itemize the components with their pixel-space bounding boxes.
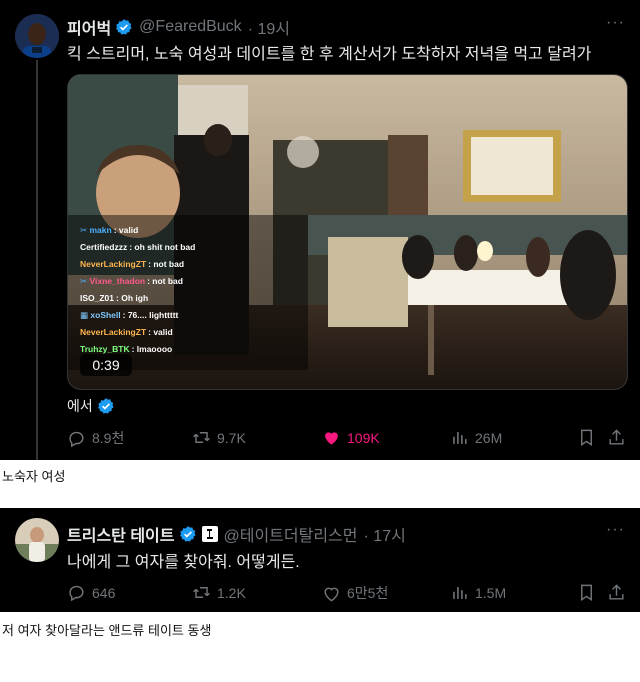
reply-button[interactable]: 8.9천 <box>67 428 124 448</box>
bookmark-icon <box>581 584 592 601</box>
timestamp[interactable]: · 19시 <box>248 15 290 39</box>
emote-icon: ✂ <box>80 276 88 286</box>
views-button[interactable]: 1.5M <box>450 583 506 602</box>
share-icon <box>609 584 624 600</box>
chat-user: ISO_Z01 <box>80 293 115 303</box>
retweet-count: 9.7K <box>217 429 246 446</box>
chat-text: : valid <box>148 327 173 337</box>
share-button[interactable] <box>607 583 632 602</box>
chat-user: makn <box>89 225 112 235</box>
from-source[interactable]: 에서 <box>67 396 115 416</box>
chat-message: ▦ xoShell: 76.... lighttttt <box>78 307 314 324</box>
from-label: 에서 <box>67 398 93 414</box>
retweet-count: 1.2K <box>217 584 246 601</box>
reply-button[interactable]: 646 <box>67 583 115 602</box>
caption-1: 노숙자 여성 <box>2 469 66 484</box>
thread-line <box>36 60 38 460</box>
chat-text: : not bad <box>148 259 185 269</box>
heart-icon <box>324 587 339 601</box>
chat-user: Truhzy_BTK <box>80 344 130 354</box>
chat-text: : lmaoooo <box>131 344 173 354</box>
like-button[interactable]: 6만5천 <box>322 583 388 603</box>
chat-message: ✂ Vixne_thadon: not bad <box>78 273 314 290</box>
chat-text: : valid <box>113 225 139 235</box>
chat-text: : not bad <box>147 276 183 286</box>
reply-count: 646 <box>92 584 116 601</box>
chat-message: NeverLackingZT: valid <box>78 324 314 341</box>
display-name[interactable]: 트리스탄 테이트 <box>67 522 175 546</box>
chat-user: xoShell <box>90 310 121 320</box>
bookmark-button[interactable] <box>577 428 602 447</box>
tweet-text: 나에게 그 여자를 찾아줘. 어떻게든. <box>67 554 300 571</box>
reply-icon <box>69 585 84 602</box>
tweet-card-1: 피어벅 @FearedBuck · 19시 ··· 킥 스트리머, 노숙 여성과… <box>0 0 640 460</box>
retweet-button[interactable]: 9.7K <box>192 428 246 447</box>
views-icon <box>453 586 467 599</box>
retweet-button[interactable]: 1.2K <box>192 583 246 602</box>
more-options-icon[interactable]: ··· <box>606 521 625 539</box>
avatar[interactable] <box>15 518 59 562</box>
views-button[interactable]: 26M <box>450 428 502 447</box>
chat-message: Certifiedzzz: oh shit not bad <box>78 239 314 256</box>
bookmark-button[interactable] <box>577 583 602 602</box>
avatar[interactable] <box>15 14 59 58</box>
chat-message: NeverLackingZT: not bad <box>78 256 314 273</box>
chat-message: ✂ makn: valid <box>78 222 314 239</box>
chat-user: NeverLackingZT <box>80 259 147 269</box>
more-options-icon[interactable]: ··· <box>606 14 625 32</box>
like-count: 6만5천 <box>347 585 389 601</box>
reply-icon <box>69 431 84 447</box>
stream-chat-overlay: ✂ makn: valid Certifiedzzz: oh shit not … <box>78 222 314 358</box>
views-count: 1.5M <box>475 584 507 601</box>
video-timer: 0:39 <box>80 354 132 376</box>
chat-text: : oh shit not bad <box>129 242 196 252</box>
chat-text: : 76.... lighttttt <box>122 310 179 320</box>
verified-badge-icon <box>97 397 115 415</box>
tweet-header: 피어벅 @FearedBuck · 19시 <box>67 15 290 39</box>
caption-2: 저 여자 찾아달라는 앤드류 테이트 동생 <box>2 623 212 638</box>
heart-filled-icon <box>325 432 338 445</box>
views-count: 26M <box>475 429 503 446</box>
verified-badge-icon <box>115 18 133 36</box>
views-icon <box>453 431 467 444</box>
retweet-icon <box>193 432 210 443</box>
like-count: 109K <box>347 429 380 446</box>
chat-user: NeverLackingZT <box>80 327 147 337</box>
chat-text: : Oh igh <box>116 293 149 303</box>
bookmark-icon <box>581 429 592 446</box>
retweet-icon <box>193 587 210 598</box>
verified-badge-icon <box>179 525 197 543</box>
like-button[interactable]: 109K <box>322 428 380 447</box>
reply-count: 8.9천 <box>92 430 125 446</box>
share-button[interactable] <box>607 428 632 447</box>
chat-user: Vixne_thadon <box>89 276 146 286</box>
tweet-header: 트리스탄 테이트 @테이트더탈리스먼 · 17시 <box>67 522 406 546</box>
tweet-card-2: 트리스탄 테이트 @테이트더탈리스먼 · 17시 ··· 나에게 그 여자를 찾… <box>0 508 640 612</box>
emote-icon: ▦ <box>80 310 89 320</box>
chat-message: ISO_Z01: Oh igh <box>78 290 314 307</box>
tweet-text: 킥 스트리머, 노숙 여성과 데이트를 한 후 계산서가 도착하자 저녁을 먹고… <box>67 46 592 63</box>
affiliate-badge-icon[interactable] <box>201 526 218 542</box>
handle[interactable]: @FearedBuck <box>139 18 242 36</box>
emote-icon: ✂ <box>80 225 88 235</box>
display-name[interactable]: 피어벅 <box>67 15 111 39</box>
chat-user: Certifiedzzz <box>80 242 128 252</box>
timestamp[interactable]: · 17시 <box>364 522 406 546</box>
handle[interactable]: @테이트더탈리스먼 <box>224 522 358 546</box>
share-icon <box>609 429 624 445</box>
